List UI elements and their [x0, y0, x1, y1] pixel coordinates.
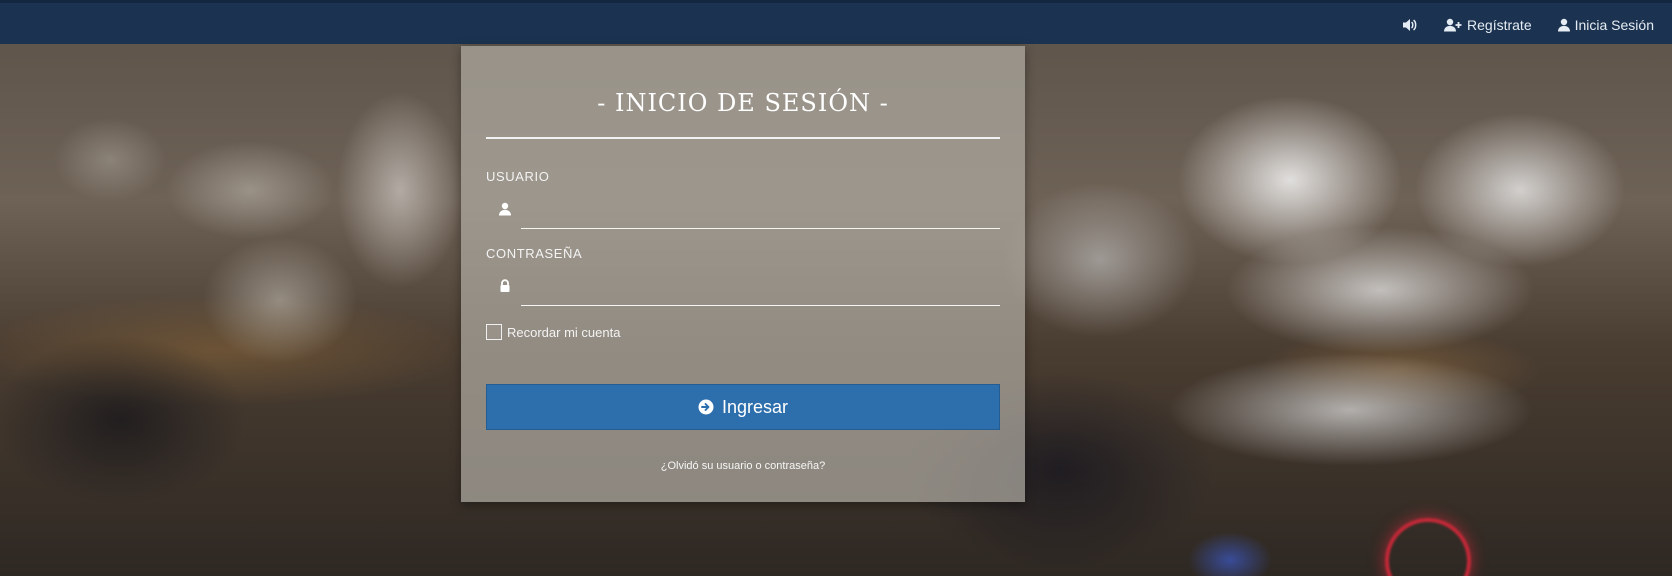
title-divider — [486, 137, 1000, 139]
login-label: Inicia Sesión — [1574, 17, 1654, 33]
login-submit-button[interactable]: Ingresar — [486, 384, 1000, 430]
top-navbar: Regístrate Inicia Sesión — [0, 0, 1672, 44]
register-label: Regístrate — [1467, 17, 1532, 33]
forgot-credentials-link[interactable]: ¿Olvidó su usuario o contraseña? — [486, 460, 1000, 472]
login-link[interactable]: Inicia Sesión — [1557, 17, 1654, 33]
arrow-circle-right-icon — [698, 399, 714, 415]
password-label: CONTRASEÑA — [486, 246, 583, 261]
navbar-right: Regístrate Inicia Sesión — [1402, 3, 1654, 47]
lock-icon — [500, 279, 510, 292]
username-row — [486, 185, 1000, 231]
register-link[interactable]: Regístrate — [1444, 17, 1532, 33]
login-card: - INICIO DE SESIÓN - USUARIO CONTRASEÑA … — [461, 46, 1025, 502]
background-blur-light — [1385, 518, 1471, 576]
password-input[interactable] — [521, 272, 1000, 306]
user-icon — [499, 202, 511, 216]
user-plus-icon — [1444, 18, 1462, 32]
sound-toggle[interactable] — [1402, 18, 1418, 32]
login-submit-label: Ingresar — [721, 396, 789, 417]
page-title: - INICIO DE SESIÓN - — [597, 89, 889, 117]
username-input[interactable] — [521, 195, 1000, 229]
username-label: USUARIO — [486, 169, 550, 184]
user-icon — [1557, 18, 1570, 32]
remember-row: Recordar mi cuenta — [486, 324, 1000, 340]
volume-icon — [1403, 19, 1417, 31]
remember-checkbox[interactable] — [486, 324, 502, 340]
password-row — [486, 262, 1000, 308]
remember-label[interactable]: Recordar mi cuenta — [507, 325, 620, 340]
